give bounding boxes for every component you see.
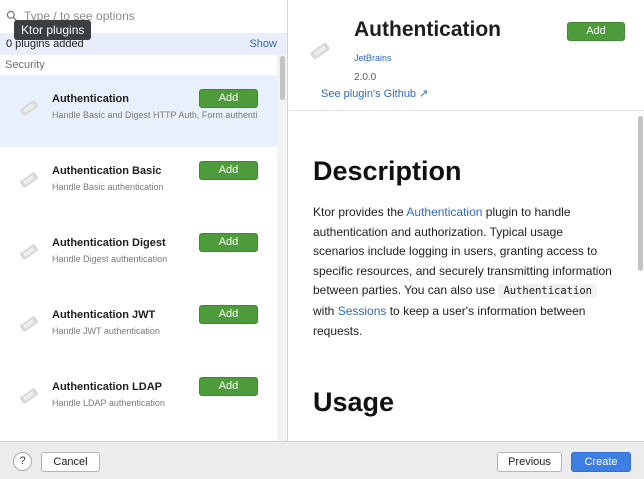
plugin-icon — [16, 167, 42, 193]
tooltip: Ktor plugins — [14, 20, 92, 40]
add-button[interactable]: Add — [199, 233, 258, 252]
add-plugin-button[interactable]: Add — [567, 22, 625, 41]
plugin-description: Handle Basic authentication — [52, 182, 164, 192]
plugin-icon — [306, 37, 334, 65]
plugin-icon — [16, 95, 42, 121]
plugin-icon — [16, 239, 42, 265]
plugin-item-authentication-digest[interactable]: Authentication Digest Handle Digest auth… — [0, 219, 277, 291]
plugin-title: Authentication — [354, 18, 501, 41]
group-header: Security — [5, 59, 45, 71]
plugin-version: 2.0.0 — [354, 72, 377, 83]
add-button[interactable]: Add — [199, 161, 258, 180]
plugin-icon — [16, 311, 42, 337]
plugin-name: Authentication JWT — [52, 309, 156, 321]
plugin-description: Handle Basic and Digest HTTP Auth, Form … — [52, 110, 258, 120]
add-button[interactable]: Add — [199, 89, 258, 108]
plugin-item-authentication-jwt[interactable]: Authentication JWT Handle JWT authentica… — [0, 291, 277, 363]
plugin-list-scrollbar[interactable] — [277, 55, 287, 441]
add-button[interactable]: Add — [199, 305, 258, 324]
plugin-description: Handle Digest authentication — [52, 254, 168, 264]
create-button[interactable]: Create — [571, 452, 631, 472]
plugin-description: Handle LDAP authentication — [52, 398, 165, 408]
description-text: Ktor provides the Authentication plugin … — [313, 205, 612, 338]
github-link[interactable]: See plugin's Github ↗ — [321, 87, 428, 100]
previous-button[interactable]: Previous — [497, 452, 562, 472]
plugin-description: Handle JWT authentication — [52, 326, 160, 336]
help-button[interactable]: ? — [13, 452, 32, 471]
details-scroll-thumb[interactable] — [638, 116, 643, 271]
usage-heading: Usage — [313, 387, 395, 417]
plugin-list-scroll-thumb[interactable] — [280, 56, 285, 100]
plugin-vendor-link[interactable]: JetBrains — [354, 53, 392, 63]
plugin-item-authentication[interactable]: Authentication Handle Basic and Digest H… — [0, 75, 277, 147]
plugin-icon — [16, 383, 42, 409]
add-button[interactable]: Add — [199, 377, 258, 396]
plugin-documentation: Description Ktor provides the Authentica… — [313, 156, 613, 341]
plugin-details-panel: Authentication JetBrains 2.0.0 See plugi… — [289, 0, 644, 441]
plugin-list: Authentication Handle Basic and Digest H… — [0, 75, 277, 435]
cancel-button[interactable]: Cancel — [41, 452, 100, 472]
plugin-name: Authentication Basic — [52, 165, 162, 177]
plugin-item-authentication-basic[interactable]: Authentication Basic Handle Basic authen… — [0, 147, 277, 219]
plugin-name: Authentication Digest — [52, 237, 166, 249]
description-heading: Description — [313, 156, 462, 186]
plugin-name: Authentication LDAP — [52, 381, 162, 393]
show-link[interactable]: Show — [249, 38, 277, 50]
sessions-link[interactable]: Sessions — [338, 304, 387, 318]
dialog-footer: ? Cancel Previous Create — [0, 441, 644, 479]
inline-code: Authentication — [498, 284, 597, 299]
authentication-link[interactable]: Authentication — [406, 205, 482, 219]
plugin-item-authentication-ldap[interactable]: Authentication LDAP Handle LDAP authenti… — [0, 363, 277, 435]
plugin-name: Authentication — [52, 93, 129, 105]
plugins-panel: Ktor plugins 0 plugins added Show Securi… — [0, 0, 288, 441]
plugin-details-header: Authentication JetBrains 2.0.0 See plugi… — [289, 0, 644, 111]
